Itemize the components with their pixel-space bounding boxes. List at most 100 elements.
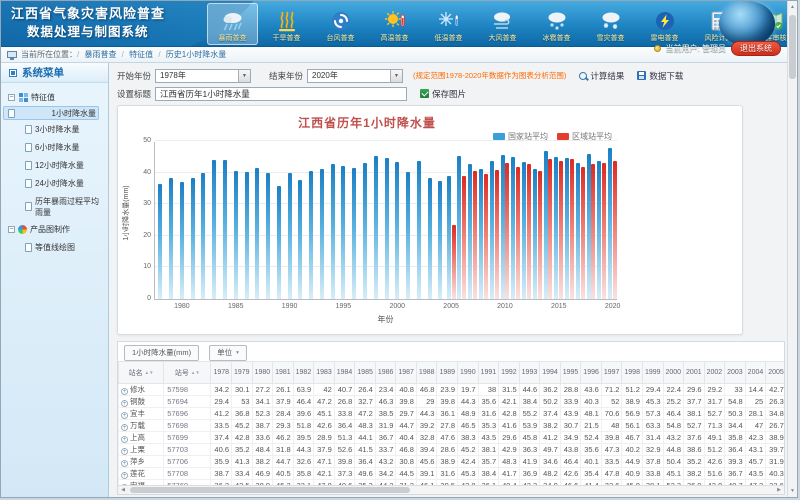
horizontal-scroll-thumb[interactable] xyxy=(130,487,410,493)
logout-button[interactable]: 退出系统 xyxy=(731,41,781,56)
column-header-year[interactable]: 2005 xyxy=(766,362,785,384)
column-header-year[interactable]: 1999 xyxy=(642,362,663,384)
breadcrumb-item[interactable]: 特征值 xyxy=(129,50,153,59)
value-cell: 35.2 xyxy=(684,456,705,468)
bar-national-2011 xyxy=(511,157,515,299)
save-image-button[interactable]: 保存图片 xyxy=(420,88,466,100)
column-header-year[interactable]: 1990 xyxy=(458,362,479,384)
expand-icon[interactable]: + xyxy=(121,472,128,479)
toolbar-item-lightning[interactable]: 雷电普查 xyxy=(639,3,690,45)
station-id-cell: 57598 xyxy=(164,384,211,396)
unit-dropdown[interactable]: 单位 ▾ xyxy=(209,345,247,361)
column-header-id[interactable]: 站号▲▼ xyxy=(164,362,211,384)
column-header-year[interactable]: 1980 xyxy=(252,362,273,384)
column-header-year[interactable]: 1982 xyxy=(293,362,314,384)
toolbar-item-snow[interactable]: 雪灾普查 xyxy=(585,3,636,45)
column-header-year[interactable]: 2004 xyxy=(745,362,766,384)
value-cell: 37.9 xyxy=(314,444,335,456)
vertical-scroll-thumb[interactable] xyxy=(789,15,796,79)
column-header-year[interactable]: 1983 xyxy=(314,362,335,384)
sidebar-item-label: 1小时降水量 xyxy=(52,108,96,119)
calculate-button[interactable]: 计算结果 xyxy=(579,70,624,82)
column-header-year[interactable]: 1994 xyxy=(540,362,561,384)
value-cell: 41.9 xyxy=(519,456,540,468)
tree-toggle-icon[interactable]: − xyxy=(8,94,15,101)
column-header-year[interactable]: 1978 xyxy=(211,362,232,384)
column-header-year[interactable]: 1986 xyxy=(375,362,396,384)
column-header-year[interactable]: 2000 xyxy=(663,362,684,384)
column-header-year[interactable]: 2001 xyxy=(684,362,705,384)
breadcrumb-item[interactable]: 历史1小时降水量 xyxy=(166,50,226,59)
column-header-year[interactable]: 1984 xyxy=(334,362,355,384)
tree-toggle-icon[interactable]: − xyxy=(8,226,15,233)
scroll-up-arrow[interactable]: ▲ xyxy=(788,1,797,13)
column-header-year[interactable]: 1997 xyxy=(601,362,622,384)
expand-icon[interactable]: + xyxy=(121,460,128,467)
sidebar-item-12小时降水量[interactable]: 12小时降水量 xyxy=(3,156,106,174)
column-header-year[interactable]: 1979 xyxy=(232,362,253,384)
sidebar-item-等值线绘图[interactable]: 等值线绘图 xyxy=(3,238,106,256)
sidebar-item-历年暴雨过程平均雨量[interactable]: 历年暴雨过程平均雨量 xyxy=(3,192,106,221)
vertical-scrollbar[interactable]: ▲ ▼ xyxy=(787,1,797,497)
value-cell: 35.6 xyxy=(581,444,602,456)
expand-icon[interactable]: + xyxy=(121,400,128,407)
sidebar-item-label: 6小时降水量 xyxy=(35,142,79,153)
column-header-year[interactable]: 1993 xyxy=(519,362,540,384)
column-header-year[interactable]: 2003 xyxy=(725,362,746,384)
expand-icon[interactable]: + xyxy=(121,412,128,419)
column-header-year[interactable]: 2002 xyxy=(704,362,725,384)
column-header-year[interactable]: 1989 xyxy=(437,362,458,384)
snow-icon xyxy=(599,10,623,32)
column-header-year[interactable]: 1995 xyxy=(560,362,581,384)
sidebar-item-1小时降水量[interactable]: 1小时降水量 xyxy=(3,106,99,120)
column-header-station[interactable]: 站名▲▼ xyxy=(119,362,164,384)
toolbar-item-wind[interactable]: 大风普查 xyxy=(477,3,528,45)
toolbar-item-hail[interactable]: 冰雹普查 xyxy=(531,3,582,45)
value-cell: 42.6 xyxy=(704,456,725,468)
sidebar-item-3小时降水量[interactable]: 3小时降水量 xyxy=(3,120,106,138)
end-year-select[interactable]: 2020年 ▼ xyxy=(307,69,403,83)
sort-icon[interactable]: ▲▼ xyxy=(191,370,200,375)
end-year-label: 结束年份 xyxy=(269,70,303,82)
scroll-down-arrow[interactable]: ▼ xyxy=(788,485,797,497)
chart-title-input[interactable]: 江西省历年1小时降水量 xyxy=(155,87,407,101)
column-header-year[interactable]: 1998 xyxy=(622,362,643,384)
expand-icon[interactable]: + xyxy=(121,388,128,395)
value-cell: 40.7 xyxy=(334,384,355,396)
column-header-year[interactable]: 1996 xyxy=(581,362,602,384)
sidebar-group-产品图制作[interactable]: −产品图制作 xyxy=(3,221,106,238)
value-cell: 47.1 xyxy=(314,456,335,468)
expand-icon[interactable]: + xyxy=(121,436,128,443)
toolbar-item-low-temp[interactable]: 低温普查 xyxy=(423,3,474,45)
sort-icon[interactable]: ▲▼ xyxy=(145,370,154,375)
column-header-year[interactable]: 1985 xyxy=(355,362,376,384)
toolbar-item-typhoon[interactable]: 台风普查 xyxy=(315,3,366,45)
column-header-year[interactable]: 1981 xyxy=(273,362,294,384)
column-header-year[interactable]: 1992 xyxy=(499,362,520,384)
column-header-year[interactable]: 1991 xyxy=(478,362,499,384)
sidebar-item-label: 24小时降水量 xyxy=(35,178,84,189)
scroll-right-arrow[interactable]: ▶ xyxy=(774,486,784,494)
sidebar-item-6小时降水量[interactable]: 6小时降水量 xyxy=(3,138,106,156)
scroll-left-arrow[interactable]: ◀ xyxy=(118,486,128,494)
value-cell: 37.7 xyxy=(684,396,705,408)
expand-icon[interactable]: + xyxy=(121,424,128,431)
horizontal-scrollbar[interactable]: ◀ ▶ xyxy=(118,485,784,494)
toolbar-item-drought[interactable]: 干旱普查 xyxy=(261,3,312,45)
column-header-year[interactable]: 1987 xyxy=(396,362,417,384)
sidebar-group-特征值[interactable]: −特征值 xyxy=(3,89,106,106)
sidebar-item-24小时降水量[interactable]: 24小时降水量 xyxy=(3,174,106,192)
value-cell: 38 xyxy=(478,384,499,396)
toolbar-item-high-temp[interactable]: 高温普查 xyxy=(369,3,420,45)
bar-national-2018 xyxy=(587,154,591,299)
toolbar-item-rainstorm[interactable]: 暴雨普查 xyxy=(207,3,258,45)
expand-icon[interactable]: + xyxy=(121,448,128,455)
start-year-select[interactable]: 1978年 ▼ xyxy=(155,69,251,83)
bar-national-2007 xyxy=(468,164,472,299)
y-tick-label: 0 xyxy=(147,295,151,302)
value-cell: 39.3 xyxy=(725,456,746,468)
bar-regional-2019 xyxy=(602,163,606,300)
breadcrumb-item[interactable]: 暴雨普查 xyxy=(84,50,116,59)
download-button[interactable]: 数据下载 xyxy=(637,70,683,82)
column-header-year[interactable]: 1988 xyxy=(416,362,437,384)
